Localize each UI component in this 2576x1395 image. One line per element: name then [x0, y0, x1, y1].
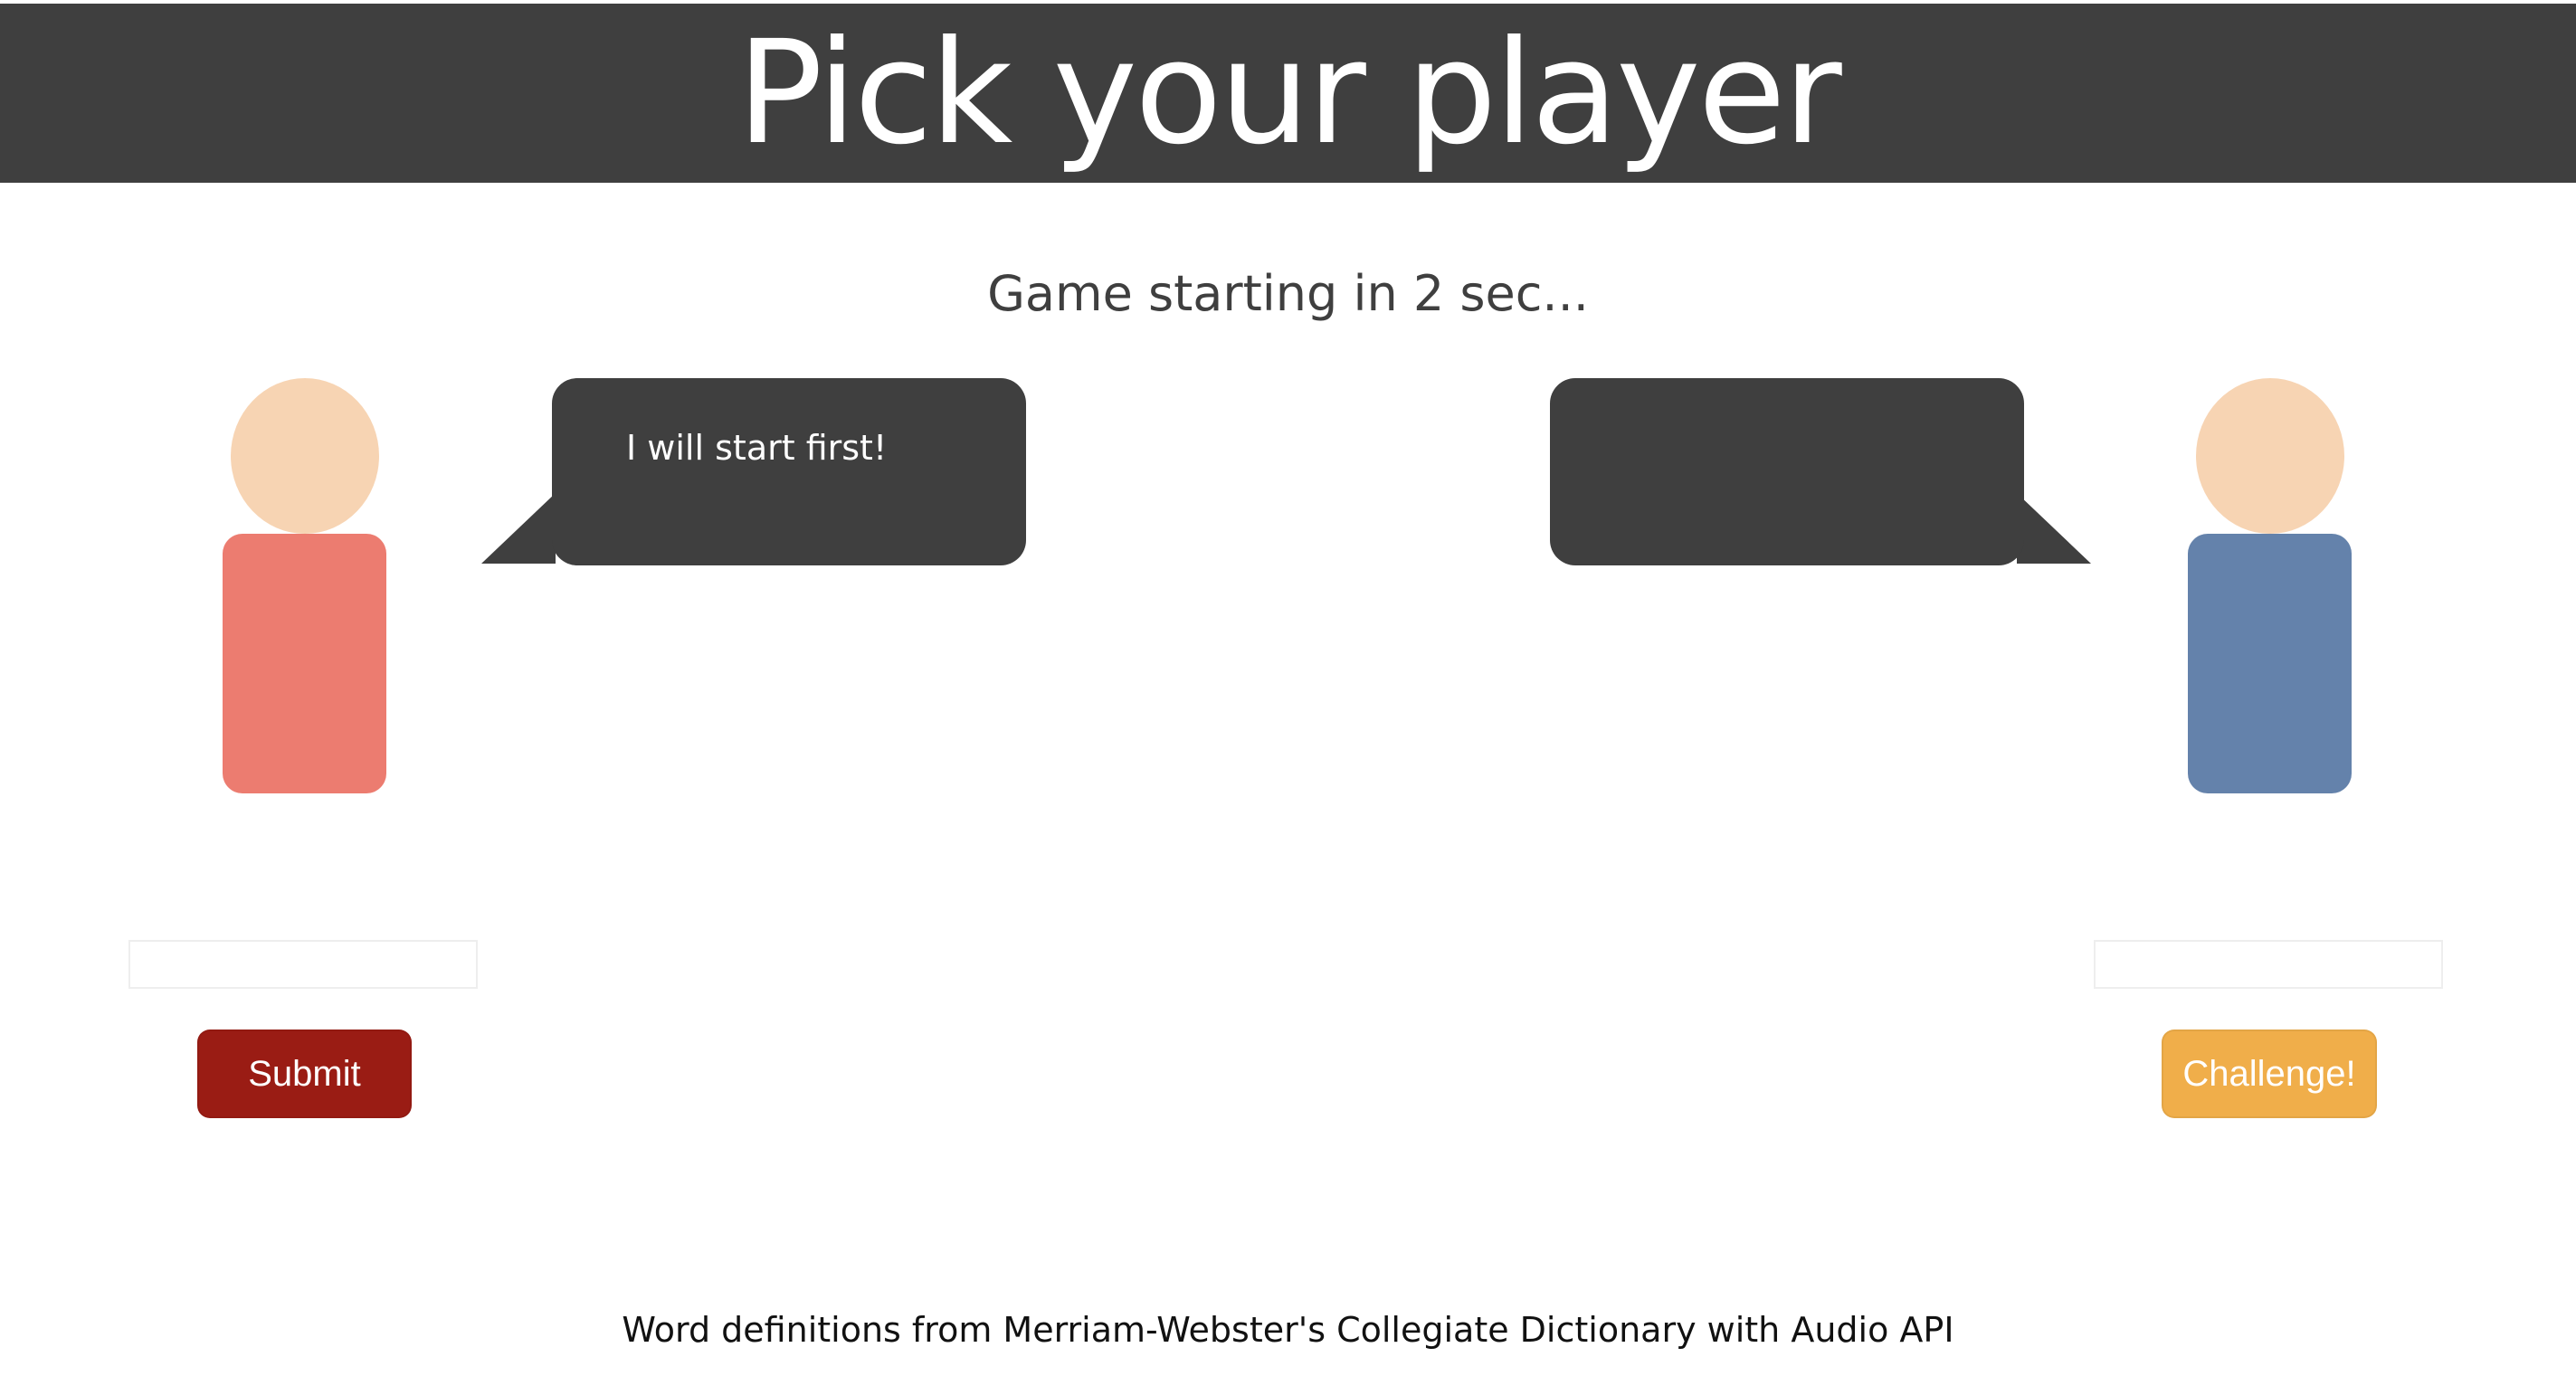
player-left-body — [223, 534, 386, 793]
player-right-head — [2196, 378, 2344, 534]
page-title: Pick your player — [737, 10, 1841, 176]
speech-bubble-right-tail — [2017, 493, 2091, 564]
speech-bubble-left-text: I will start first! — [626, 428, 888, 468]
speech-bubble-left: I will start first! — [552, 378, 1026, 565]
player-left-head — [231, 378, 379, 534]
player-right-avatar[interactable] — [2188, 378, 2369, 812]
game-screen: Pick your player Game starting in 2 sec.… — [0, 0, 2576, 1395]
challenge-button[interactable]: Challenge! — [2162, 1030, 2377, 1118]
speech-bubble-right — [1550, 378, 2024, 565]
player-right-body — [2188, 534, 2352, 793]
player-left-avatar[interactable] — [223, 378, 404, 812]
submit-button[interactable]: Submit — [197, 1030, 412, 1118]
footer-credit: Word definitions from Merriam-Webster's … — [622, 1310, 1954, 1350]
header-bar: Pick your player — [0, 4, 2576, 183]
player-right-word-input[interactable] — [2094, 940, 2443, 989]
player-left-word-input[interactable] — [128, 940, 478, 989]
speech-bubble-left-tail — [481, 493, 556, 564]
game-status-text: Game starting in 2 sec... — [987, 265, 1589, 322]
